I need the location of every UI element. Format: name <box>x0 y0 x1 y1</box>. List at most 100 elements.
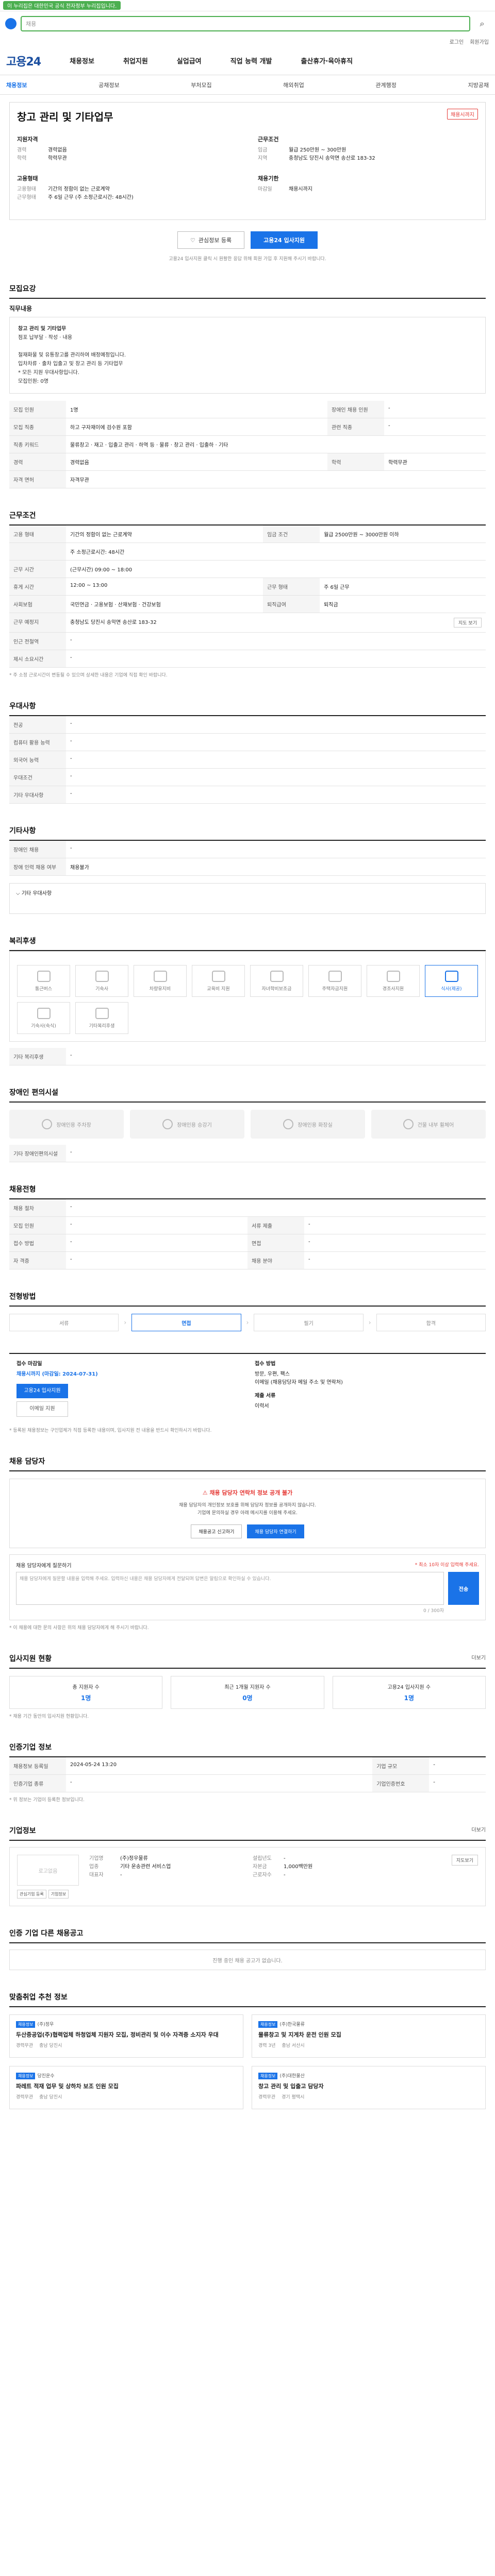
question-limit: * 최소 10자 이상 입력해 주세요. <box>415 1563 479 1568</box>
section-company-info: 인증기업 정보 채용정보 등록일 2024-05-24 13:20 기업 규모 - 인… <box>9 1742 486 1804</box>
more-link[interactable]: 더보기 <box>471 1653 486 1661</box>
logo-icon[interactable] <box>5 18 16 29</box>
td: 퇴직금 <box>320 595 486 613</box>
map-button[interactable]: 지도 보기 <box>454 618 482 628</box>
section-title: 입사지원 현황 더보기 <box>9 1653 486 1669</box>
subnav-item[interactable]: 공채정보 <box>98 81 119 89</box>
chevron-right-icon: › <box>368 1319 371 1326</box>
apply-right: 접수 방법 방문, 우편, 팩스 이메일 (채용담당자 메일 주소 및 연락처)… <box>248 1354 486 1423</box>
brand-logo[interactable]: 고용24 <box>6 53 41 69</box>
kv-key: 고용형태 <box>17 187 36 192</box>
company-info-button[interactable]: 기업정보 <box>48 1890 69 1899</box>
subnav-item[interactable]: 부처모집 <box>191 81 211 89</box>
question-textarea[interactable]: 채용 담당자에게 질문할 내용을 입력해 주세요. 입력하신 내용은 채용 담당… <box>16 1572 444 1605</box>
apply-note: * 등록된 채용정보는 구인업체가 직접 등록한 내용이며, 입사지원 전 내용… <box>9 1428 212 1433</box>
recommend-card[interactable]: 채용정보 당진운수 파레트 적재 업무 및 상하차 보조 인원 모집 경력무관 충남… <box>9 2066 243 2109</box>
td: 충청남도 당진시 송악면 송산로 183-32 지도 보기 <box>66 613 486 633</box>
section-title: 장애인 편의시설 <box>9 1087 486 1103</box>
favorite-company-button[interactable]: 관심기업 등록 <box>17 1890 46 1899</box>
stat-value: 1명 <box>80 1694 91 1702</box>
td: 하고 구자재이에 검수원 포함 <box>66 418 327 436</box>
section-stats: 입사지원 현황 더보기 총 지원자 수 1명 최근 1개월 지원자 수 0명 고용24… <box>9 1653 486 1720</box>
apply-heading: 제출 서류 <box>255 1393 276 1399</box>
welfare-label: 교육비 지원 <box>207 986 230 992</box>
util-links: 로그인 회원가입 <box>0 36 495 46</box>
section-title: 근무조건 <box>9 510 486 526</box>
welfare-item: 차량유지비 <box>134 965 187 997</box>
subnav-item[interactable]: 지방공채 <box>468 81 488 89</box>
company-info-note: * 위 정보는 기업이 등록한 정보입니다. <box>9 1798 85 1803</box>
card-company: (주)정우 <box>37 2022 54 2027</box>
gnb-menu-benefit[interactable]: 실업급여 <box>177 56 202 65</box>
register-link[interactable]: 회원가입 <box>470 38 489 45</box>
td: - <box>429 1757 486 1775</box>
kv-value: 1,000백만원 <box>284 1864 313 1870</box>
disability-item: 장애인용 주차장 <box>9 1110 124 1139</box>
table-row: 접수 방법 - 면접 - <box>9 1234 486 1252</box>
td: - <box>66 841 486 858</box>
stat-card: 최근 1개월 지원자 수 0명 <box>171 1676 324 1709</box>
apply-notice: 고용24 입사지원 클릭 시 원활한 응답 위해 회원 가입 후 지원해 주시기… <box>169 257 326 262</box>
deadline-badge: 채용시까지 <box>447 109 478 120</box>
sub-nav: 채용정보 공채정보 부처모집 해외취업 관계행정 지방공채 <box>0 75 495 95</box>
section-title-text: 입사지원 현황 <box>9 1655 52 1663</box>
welfare-item: 기숙사(숙식) <box>17 1002 70 1034</box>
report-button[interactable]: 채용공고 신고하기 <box>191 1524 242 1538</box>
kv-value: 기타 운송관련 서비스업 <box>120 1864 171 1870</box>
subnav-item[interactable]: 해외취업 <box>283 81 304 89</box>
recommend-card[interactable]: 채용정보 (주)한국물류 물류창고 및 지게차 운전 인원 모집 경력 3년 충남 … <box>252 2014 486 2058</box>
etc-toggle-box[interactable]: ⌵ 기타 우대사항 <box>9 883 486 914</box>
kv-key: 학력 <box>17 156 27 161</box>
td: - <box>66 1145 486 1162</box>
apply-method: 방문, 우편, 팩스 <box>255 1371 290 1377</box>
recommend-card[interactable]: 채용정보 (주)정우 두산중공업(주)협력업체 하청업체 지원자 모집, 정비관리… <box>9 2014 243 2058</box>
section-title: 모집요강 <box>9 283 486 299</box>
table-row: 컴퓨터 활용 능력 - <box>9 733 486 751</box>
kv-key: 임금 <box>258 147 268 153</box>
send-button[interactable]: 전송 <box>448 1572 479 1605</box>
td: - <box>66 751 486 769</box>
th: 임금 조건 <box>263 526 320 543</box>
table-row: 장애인 채용 - <box>9 841 486 858</box>
search-icon[interactable]: ⌕ <box>474 16 490 31</box>
gnb-menu-training[interactable]: 직업 능력 개발 <box>230 56 272 65</box>
td: - <box>66 650 486 668</box>
table-row: 주 소정근로시간: 48시간 <box>9 543 486 561</box>
stats-note: * 채용 기간 동안의 입사지원 현황입니다. <box>9 1714 89 1719</box>
table-row: 기타 장애인편의시설 - <box>9 1145 486 1162</box>
gnb-menu-parental[interactable]: 출산휴가·육아휴직 <box>301 56 353 65</box>
card-meta: 경력무관 <box>258 2095 276 2100</box>
page-root: 이 누리집은 대한민국 공식 전자정부 누리집입니다. 채용 ⌕ 로그인 회원가… <box>0 0 495 2130</box>
section-title-text: 기업정보 <box>9 1827 36 1835</box>
gnb-menu-jobs[interactable]: 채용정보 <box>70 56 94 65</box>
recommend-card[interactable]: 채용정보 (주)대한물산 창고 관리 및 입출고 담당자 경력무관 경기 평택시 <box>252 2066 486 2109</box>
subnav-item[interactable]: 채용정보 <box>6 81 27 89</box>
recommend-grid: 채용정보 (주)정우 두산중공업(주)협력업체 하청업체 지원자 모집, 정비관리… <box>9 2014 486 2109</box>
welfare-item: 교육비 지원 <box>192 965 245 997</box>
login-link[interactable]: 로그인 <box>450 38 464 45</box>
kv-key: 근무형태 <box>17 195 36 200</box>
bus-icon <box>37 970 51 982</box>
search-input[interactable]: 채용 <box>21 16 470 31</box>
disability-item: 장애인용 승강기 <box>130 1110 244 1139</box>
gift-icon <box>386 970 400 982</box>
apply-heading: 접수 방법 <box>255 1361 276 1367</box>
td: 물류창고 · 재고 · 입출고 관리 · 하역 등 · 물류 · 창고 관리 ·… <box>66 435 486 453</box>
kv-key: 지역 <box>258 156 268 161</box>
gnb-menu-support[interactable]: 취업지원 <box>123 56 148 65</box>
td: 월급 2500만원 ~ 3000만원 이하 <box>320 526 486 543</box>
company-map-button[interactable]: 지도보기 <box>451 1855 478 1866</box>
scrap-label: 관심정보 등록 <box>198 237 232 244</box>
more-link[interactable]: 더보기 <box>471 1825 486 1833</box>
heart-icon: ♡ <box>190 236 195 244</box>
subnav-item[interactable]: 관계행정 <box>375 81 396 89</box>
apply-online-button[interactable]: 고용24 입사지원 <box>16 1384 68 1398</box>
td: - <box>66 716 486 734</box>
section-job-detail: 모집요강 직무내용 창고 관리 및 기타업무 점포 납부달 · 작성 · 내용 … <box>9 283 486 488</box>
apply-email-button[interactable]: 이메일 지원 <box>16 1401 68 1417</box>
scrap-button[interactable]: ♡ 관심정보 등록 <box>177 231 245 249</box>
card-tag: 채용정보 <box>258 2073 278 2079</box>
apply-button[interactable]: 고용24 입사지원 <box>251 231 318 249</box>
th: 고용 형태 <box>9 526 66 543</box>
connect-button[interactable]: 채용 담당자 연결하기 <box>247 1524 304 1538</box>
